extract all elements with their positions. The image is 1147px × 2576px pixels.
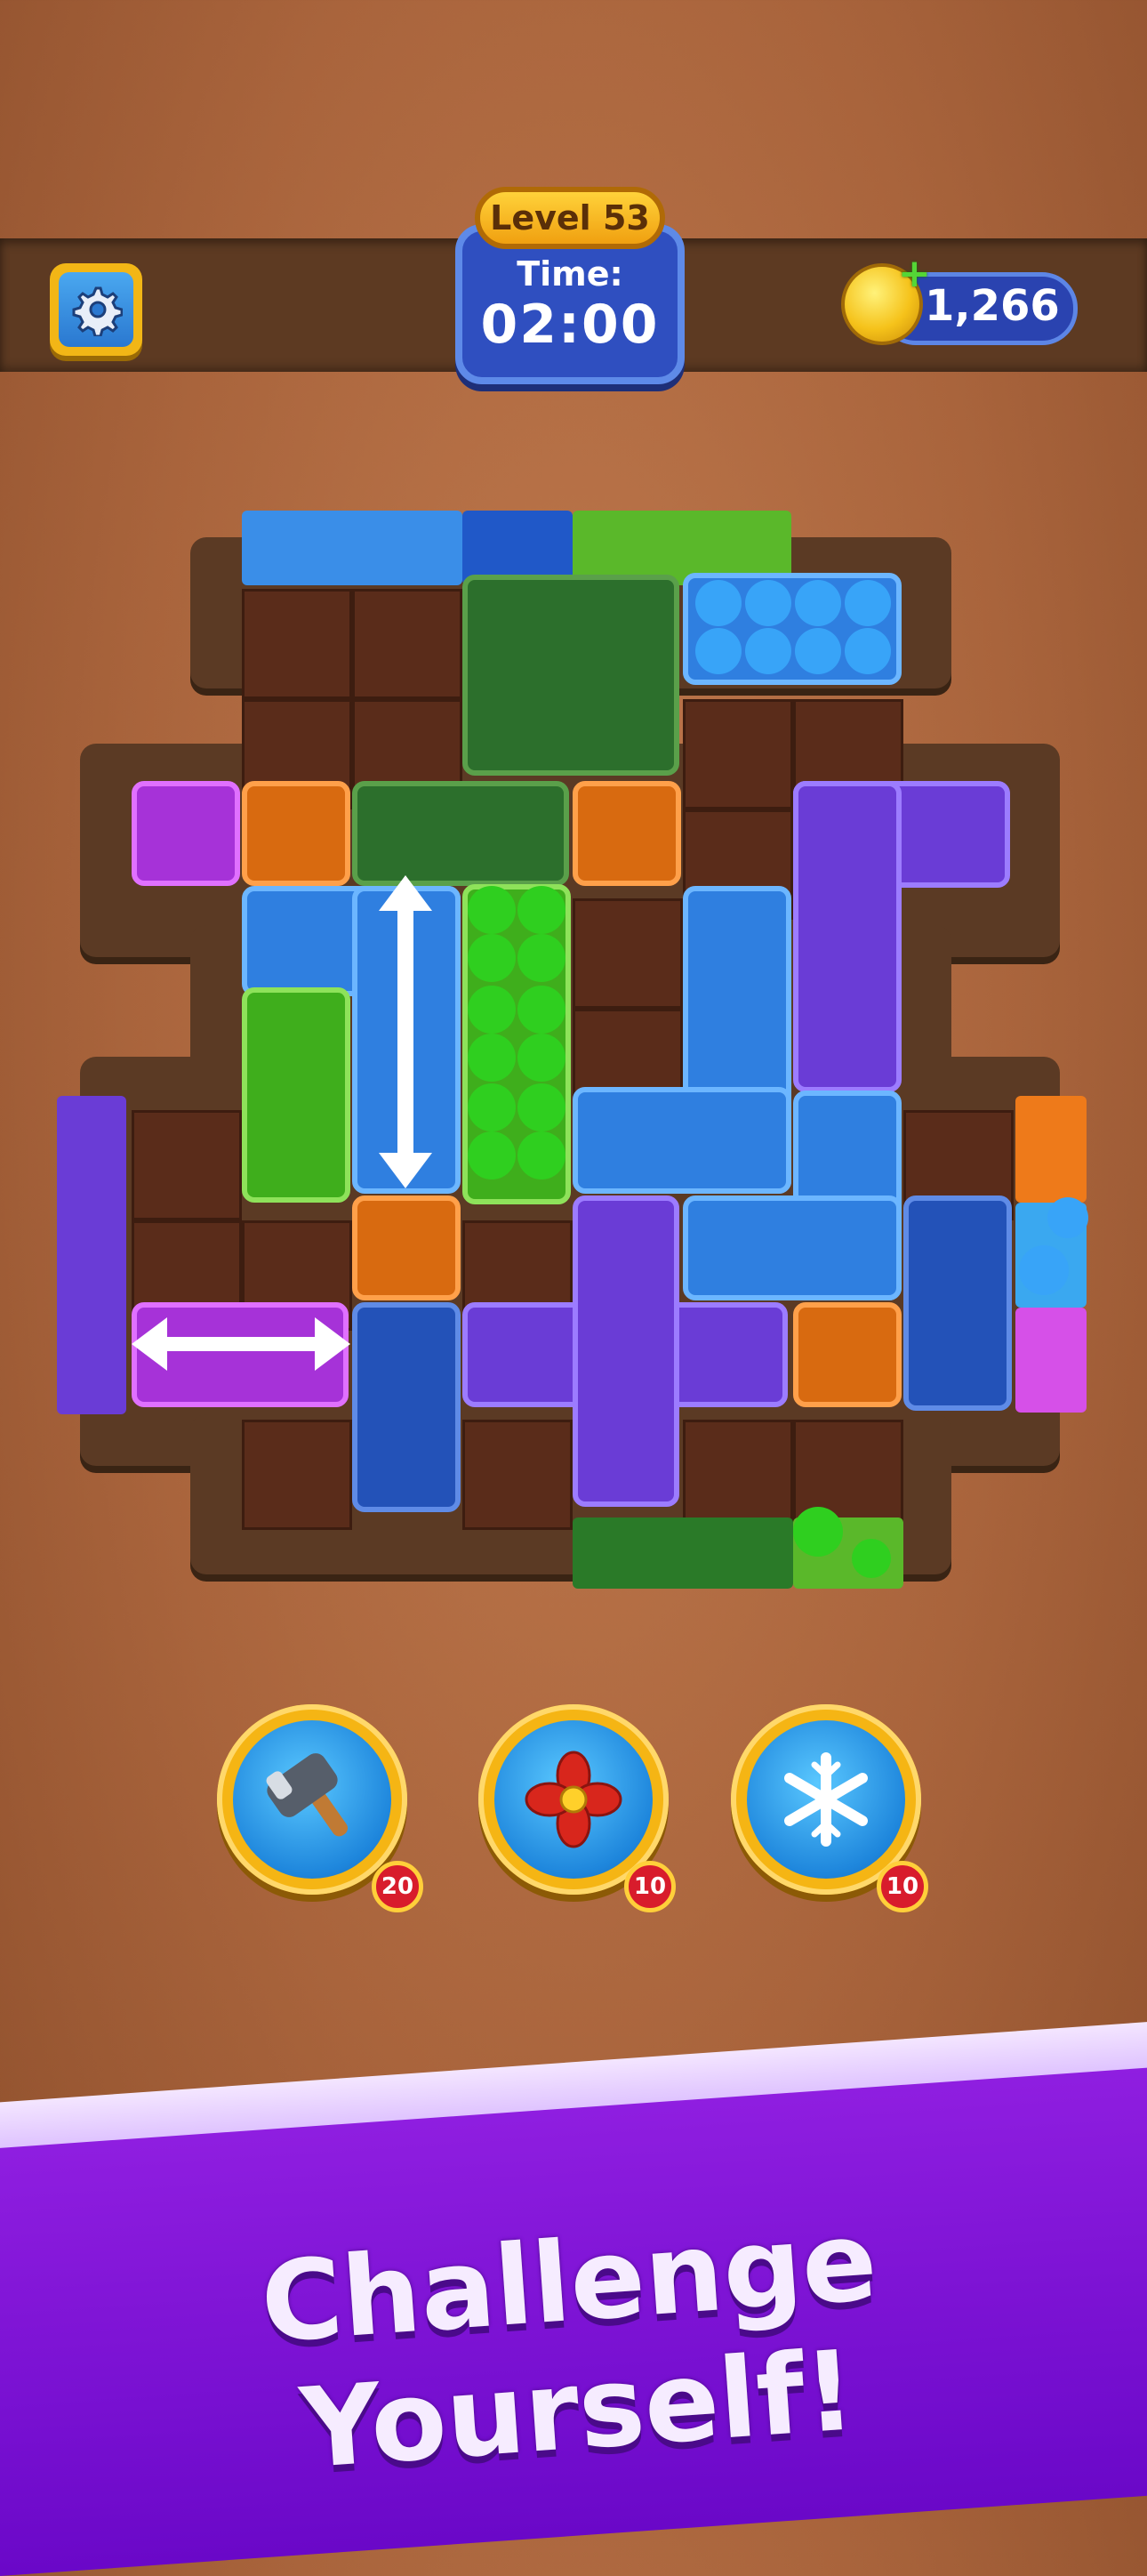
exit-gate-blue xyxy=(242,511,462,585)
grid-cell xyxy=(683,699,793,809)
exit-gate-dark-green xyxy=(573,1517,793,1589)
arrow-right-icon xyxy=(315,1317,350,1371)
powerup-hammer-button[interactable] xyxy=(217,1704,407,1895)
blueberry-icon xyxy=(690,576,894,680)
block-light-green[interactable] xyxy=(242,987,350,1203)
block-dark-green[interactable] xyxy=(462,575,679,776)
gear-icon xyxy=(72,286,123,336)
grid-cell xyxy=(573,898,683,1009)
grid-cell xyxy=(683,1420,793,1530)
grid-cell xyxy=(242,589,352,699)
blueberry-icon xyxy=(1047,1197,1088,1238)
block-dark-blue[interactable] xyxy=(903,1195,1012,1411)
block-blue[interactable] xyxy=(573,1087,791,1194)
time-value: 02:00 xyxy=(480,294,660,356)
grid-cell xyxy=(352,589,462,699)
block-orange[interactable] xyxy=(242,781,350,886)
block-purple-cross[interactable] xyxy=(573,1195,679,1507)
level-badge: Level 53 xyxy=(475,187,665,249)
block-dark-blue[interactable] xyxy=(352,1302,461,1512)
drag-arrow-vertical xyxy=(397,882,413,1176)
snowflake-icon xyxy=(784,1752,868,1847)
time-label: Time: xyxy=(517,254,623,294)
grid-cell xyxy=(242,1420,352,1530)
exit-gate-magenta xyxy=(1015,1308,1087,1413)
arrow-down-icon xyxy=(379,1153,432,1188)
level-label: Level 53 xyxy=(490,198,650,237)
coin-value: 1,266 xyxy=(925,281,1060,331)
fan-icon xyxy=(525,1751,622,1848)
apple-icon xyxy=(466,886,567,1179)
block-purple[interactable] xyxy=(793,781,902,1092)
drag-arrow-horizontal xyxy=(142,1337,338,1351)
apple-icon xyxy=(852,1539,891,1578)
powerup-count-badge: 10 xyxy=(624,1861,676,1912)
block-orange[interactable] xyxy=(352,1195,461,1300)
block-blue[interactable] xyxy=(683,1195,902,1300)
exit-gate-orange xyxy=(1015,1096,1087,1203)
grid-cell xyxy=(132,1110,242,1220)
arrow-up-icon xyxy=(379,875,432,911)
powerup-count-badge: 20 xyxy=(372,1861,423,1912)
exit-gate-purple xyxy=(57,1096,126,1414)
block-orange[interactable] xyxy=(573,781,681,886)
blueberry-icon xyxy=(1019,1245,1069,1295)
block-orange[interactable] xyxy=(793,1302,902,1407)
grid-cell xyxy=(462,1420,573,1530)
settings-button[interactable] xyxy=(50,263,142,356)
powerup-count-badge: 10 xyxy=(877,1861,928,1912)
hammer-icon xyxy=(266,1753,349,1837)
arrow-left-icon xyxy=(132,1317,167,1371)
block-magenta[interactable] xyxy=(132,781,240,886)
block-dark-green[interactable] xyxy=(352,781,569,886)
apple-icon xyxy=(793,1507,843,1557)
